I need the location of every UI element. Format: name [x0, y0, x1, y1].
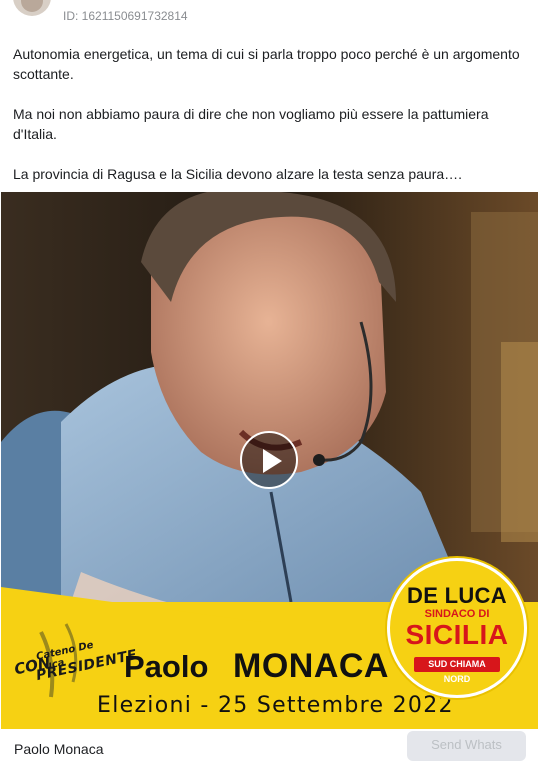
party-logo: DE LUCA SINDACO DI SICILIA SUD CHIAMA NO…: [387, 558, 527, 698]
sponsored-meta-cut: · · · · · · ·: [63, 0, 115, 5]
send-whatsapp-button[interactable]: Send Whats: [407, 731, 526, 761]
avatar-face: [21, 0, 43, 12]
candidate-first-name: Paolo: [124, 649, 209, 684]
play-button[interactable]: [240, 431, 298, 489]
video-player[interactable]: CON Cateno De Luca PRESIDENTE Paolo MONA…: [1, 192, 538, 729]
play-icon: [263, 449, 282, 473]
send-button-label: Send Whats: [431, 737, 502, 752]
logo-line-3: SICILIA: [405, 619, 509, 650]
post-id: ID: 1621150691732814: [63, 9, 188, 23]
candidate-last-name: MONACA: [233, 647, 389, 685]
logo-line-1: DE LUCA: [407, 583, 507, 608]
post-paragraph: Autonomia energetica, un tema di cui si …: [13, 46, 520, 82]
campaign-banner: CON Cateno De Luca PRESIDENTE Paolo MONA…: [1, 558, 538, 729]
post-text: Autonomia energetica, un tema di cui si …: [13, 44, 528, 204]
page-avatar[interactable]: [13, 0, 51, 16]
ad-card: · · · · · · · ID: 1621150691732814 Auton…: [0, 0, 539, 761]
election-date: Elezioni - 25 Settembre 2022: [97, 693, 454, 718]
logo-line-4: SUD CHIAMA NORD: [414, 657, 500, 684]
post-paragraph: Ma noi non abbiamo paura di dire che non…: [13, 106, 489, 142]
post-paragraph: La provincia di Ragusa e la Sicilia devo…: [13, 166, 463, 182]
page-name[interactable]: Paolo Monaca: [14, 741, 104, 757]
